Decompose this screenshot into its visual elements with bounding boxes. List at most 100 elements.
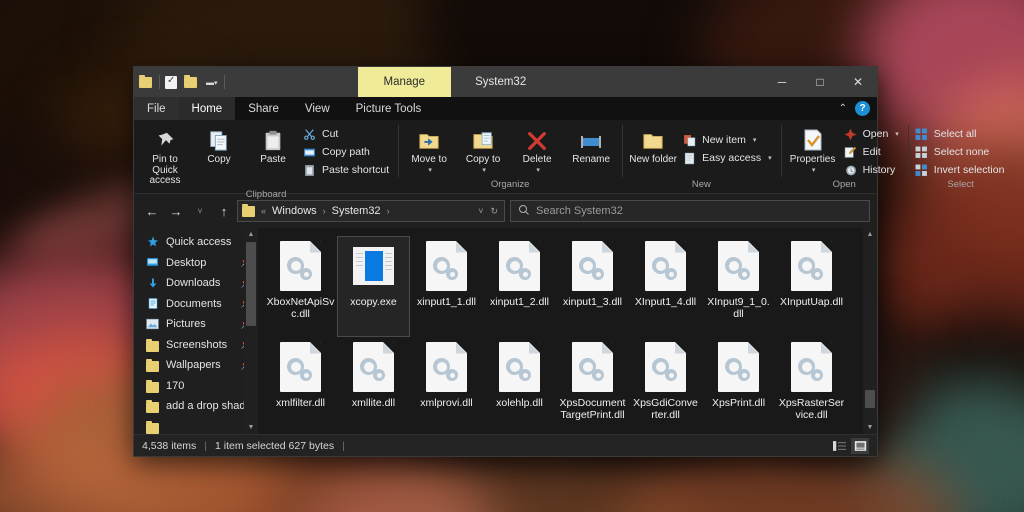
file-item[interactable]: xinput1_1.dll	[410, 236, 483, 337]
file-name: xmlfilter.dll	[267, 398, 335, 410]
file-explorer-window: ▬▾ Manage System32 ─ □ ✕ File Home Share…	[133, 66, 878, 457]
file-item[interactable]: xinput1_3.dll	[556, 236, 629, 337]
properties-icon[interactable]	[164, 74, 180, 90]
breadcrumb-windows[interactable]: Windows	[269, 205, 320, 217]
sidebar-item-170[interactable]: 170	[134, 376, 258, 397]
sidebar-item-downloads[interactable]: Downloads 📌	[134, 273, 258, 294]
breadcrumb-chevron-icon: ›	[323, 206, 326, 216]
close-button[interactable]: ✕	[839, 67, 877, 97]
copy-button[interactable]: Copy	[192, 124, 246, 168]
details-view-button[interactable]	[830, 438, 848, 454]
select-none-button[interactable]: Select none	[912, 143, 1010, 161]
new-item-button[interactable]: New item ▾	[680, 131, 776, 149]
context-tab-manage[interactable]: Manage	[358, 67, 452, 97]
sidebar-item-quick-access[interactable]: Quick access	[134, 232, 258, 253]
history-button[interactable]: History	[841, 161, 904, 179]
rename-button[interactable]: Rename	[564, 124, 618, 168]
item-count: 4,538 items	[142, 440, 196, 452]
folder-icon[interactable]	[139, 74, 155, 90]
dll-icon	[279, 342, 323, 394]
easy-access-button[interactable]: Easy access ▾	[680, 149, 776, 167]
cut-button[interactable]: Cut	[300, 125, 394, 143]
copy-path-button[interactable]: Copy path	[300, 143, 394, 161]
file-item[interactable]: XpsGdiConverter.dll	[629, 337, 702, 434]
maximize-button[interactable]: □	[801, 67, 839, 97]
tab-share[interactable]: Share	[235, 97, 292, 120]
forward-button[interactable]: →	[165, 200, 187, 222]
scroll-up-icon[interactable]: ▲	[863, 228, 877, 241]
rename-icon	[579, 126, 603, 152]
recent-locations-button[interactable]: ˅	[189, 200, 211, 222]
search-input[interactable]: Search System32	[510, 200, 870, 222]
divider	[224, 75, 225, 89]
file-item[interactable]: XpsPrint.dll	[702, 337, 775, 434]
open-button[interactable]: Open ▾	[841, 125, 904, 143]
sidebar-item-pictures[interactable]: Pictures 📌	[134, 314, 258, 335]
file-item[interactable]: XpsDocumentTargetPrint.dll	[556, 337, 629, 434]
file-item[interactable]: xcopy.exe	[337, 236, 410, 337]
up-button[interactable]: ↑	[213, 200, 235, 222]
file-item[interactable]: xmlprovi.dll	[410, 337, 483, 434]
file-item[interactable]: xmlfilter.dll	[264, 337, 337, 434]
refresh-icon[interactable]: ↻	[490, 206, 498, 217]
file-item[interactable]: XboxNetApiSvc.dll	[264, 236, 337, 337]
file-pane-scrollbar[interactable]: ▲ ▼	[863, 228, 877, 434]
move-to-button[interactable]: Move to ▾	[402, 124, 456, 178]
new-folder-button[interactable]: New folder	[626, 124, 680, 168]
chevron-down-icon[interactable]: ▾	[536, 166, 540, 177]
large-icons-view-button[interactable]	[851, 438, 869, 454]
edit-button[interactable]: Edit	[841, 143, 904, 161]
file-list-pane[interactable]: XboxNetApiSvc.dll	[258, 228, 877, 434]
file-item[interactable]: XInputUap.dll	[775, 236, 848, 337]
history-dropdown-icon[interactable]: ˅	[478, 206, 483, 216]
tab-view[interactable]: View	[292, 97, 343, 120]
tab-file[interactable]: File	[134, 97, 179, 120]
help-icon[interactable]: ?	[855, 101, 870, 116]
new-folder-icon[interactable]	[184, 74, 200, 90]
navigation-pane-scrollbar[interactable]: ▲ ▼	[244, 228, 258, 434]
chevron-down-icon[interactable]: ▾	[812, 166, 816, 177]
copy-to-button[interactable]: Copy to ▾	[456, 124, 510, 178]
chevron-down-icon[interactable]: ▾	[895, 130, 899, 138]
paste-button[interactable]: Paste	[246, 124, 300, 168]
file-item[interactable]: XInput1_4.dll	[629, 236, 702, 337]
scroll-down-icon[interactable]: ▼	[863, 421, 877, 434]
back-button[interactable]: ←	[141, 200, 163, 222]
collapse-ribbon-icon[interactable]: ⌃	[839, 103, 847, 114]
scroll-down-icon[interactable]: ▼	[244, 421, 258, 434]
chevron-down-icon[interactable]: ▾	[428, 166, 432, 177]
file-item[interactable]: XInput9_1_0.dll	[702, 236, 775, 337]
sidebar-item-desktop[interactable]: Desktop 📌	[134, 253, 258, 274]
chevron-down-icon[interactable]: ▾	[753, 136, 757, 144]
breadcrumb-system32[interactable]: System32	[329, 205, 384, 217]
customize-caret-icon[interactable]: ▬▾	[204, 78, 220, 87]
tab-home[interactable]: Home	[179, 97, 236, 120]
delete-button[interactable]: Delete ▾	[510, 124, 564, 178]
chevron-down-icon[interactable]: ▾	[482, 166, 486, 177]
file-item[interactable]: XpsRasterService.dll	[775, 337, 848, 434]
sidebar-item-documents[interactable]: Documents 📌	[134, 294, 258, 315]
file-item[interactable]: xmllite.dll	[337, 337, 410, 434]
chevron-down-icon[interactable]: ▾	[768, 154, 772, 162]
button-label: Copy to	[466, 155, 500, 166]
minimize-button[interactable]: ─	[763, 67, 801, 97]
tab-picture-tools[interactable]: Picture Tools	[343, 97, 435, 120]
file-item[interactable]: xinput1_2.dll	[483, 236, 556, 337]
select-all-button[interactable]: Select all	[912, 125, 1010, 143]
breadcrumb-chevron-icon[interactable]: ›	[387, 206, 390, 216]
scrollbar-thumb[interactable]	[865, 390, 875, 408]
invert-selection-button[interactable]: Invert selection	[912, 161, 1010, 179]
scrollbar-thumb[interactable]	[246, 242, 256, 326]
paste-shortcut-button[interactable]: Paste shortcut	[300, 161, 394, 179]
sidebar-item-partial[interactable]	[134, 417, 258, 435]
file-item[interactable]: xolehlp.dll	[483, 337, 556, 434]
sidebar-item-label: Documents	[166, 298, 222, 310]
properties-button[interactable]: Properties ▾	[785, 124, 841, 178]
address-bar[interactable]: « Windows › System32 › ˅ ↻	[237, 200, 505, 222]
sidebar-item-wallpapers[interactable]: Wallpapers 📌	[134, 355, 258, 376]
scroll-up-icon[interactable]: ▲	[244, 228, 258, 241]
sidebar-item-screenshots[interactable]: Screenshots 📌	[134, 335, 258, 356]
breadcrumb-overflow[interactable]: «	[261, 206, 266, 216]
sidebar-item-add-a-drop-shad[interactable]: add a drop shad	[134, 396, 258, 417]
pin-to-quick-access-button[interactable]: Pin to Quick access	[138, 124, 192, 189]
